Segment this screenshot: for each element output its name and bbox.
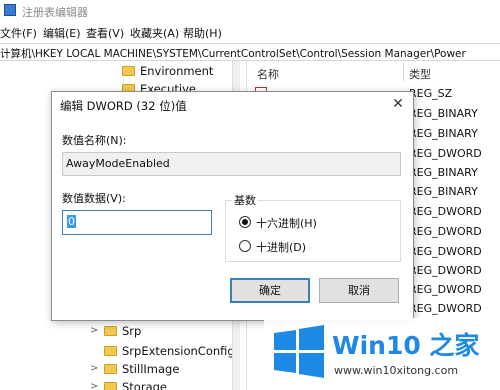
value-type[interactable]: REG_BINARY (409, 185, 478, 198)
chevron-right-icon[interactable]: > (90, 325, 98, 336)
chevron-right-icon[interactable]: > (90, 363, 98, 374)
address-path[interactable]: 计算机\HKEY LOCAL MACHINE\SYSTEM\CurrentCon… (0, 46, 466, 61)
menu-file[interactable]: 文件(F) (0, 25, 37, 41)
watermark-url: www.win10xitong.com (334, 364, 459, 377)
folder-icon (104, 382, 117, 390)
close-icon[interactable]: ✕ (389, 95, 407, 113)
tree-node-label: Storage (122, 380, 167, 390)
folder-icon (104, 346, 117, 356)
tree-node-label: Environment (140, 64, 214, 78)
column-divider[interactable] (403, 63, 404, 81)
value-type[interactable]: REG_BINARY (409, 107, 478, 120)
radio-decimal-label[interactable]: 十进制(D) (256, 239, 306, 255)
menu-edit[interactable]: 编辑(E) (43, 25, 81, 41)
radio-hexadecimal-label[interactable]: 十六进制(H) (256, 215, 317, 231)
chevron-right-icon[interactable]: > (90, 381, 98, 390)
menu-bar: 文件(F) 编辑(E) 查看(V) 收藏夹(A) 帮助(H) (0, 22, 500, 42)
dialog-title: 编辑 DWORD (32 位)值 (60, 99, 187, 113)
column-header-name[interactable]: 名称 (257, 66, 279, 82)
menu-view[interactable]: 查看(V) (86, 25, 124, 41)
registry-editor-icon (4, 4, 16, 16)
value-type[interactable]: REG_DWORD (409, 205, 482, 218)
folder-icon (104, 326, 117, 336)
value-type[interactable]: REG_DWORD (409, 147, 482, 160)
value-data-input[interactable]: 0 (62, 210, 212, 235)
windows-logo-icon (274, 325, 324, 378)
radio-selected-icon[interactable] (239, 216, 251, 228)
folder-icon (104, 364, 117, 374)
value-data-label: 数值数据(V): (62, 192, 126, 205)
value-type[interactable]: REG_BINARY (409, 127, 478, 140)
window-title: 注册表编辑器 (22, 6, 88, 19)
cancel-button[interactable]: 取消 (319, 278, 399, 303)
tree-node-label: Srp (122, 324, 142, 338)
value-type[interactable]: REG_SZ (409, 87, 452, 100)
folder-icon (122, 66, 135, 76)
address-bar[interactable]: 计算机\HKEY LOCAL MACHINE\SYSTEM\CurrentCon… (0, 43, 500, 61)
title-bar: 注册表编辑器 (0, 0, 500, 22)
value-type[interactable]: REG_DWORD (409, 264, 482, 277)
column-header-type[interactable]: 类型 (409, 66, 431, 82)
tree-node-label: SrpExtensionConfig (122, 344, 235, 358)
value-name-field: AwayModeEnabled (62, 152, 401, 176)
value-type[interactable]: REG_DWORD (409, 225, 482, 238)
watermark: Win10 之家 www.win10xitong.com (264, 318, 500, 390)
value-type[interactable]: REG_BINARY (409, 166, 478, 179)
menu-help[interactable]: 帮助(H) (183, 25, 222, 41)
radio-unselected-icon[interactable] (239, 240, 251, 252)
selected-value-text[interactable]: 0 (67, 215, 76, 228)
value-name-label: 数值名称(N): (62, 134, 127, 147)
base-groupbox (225, 200, 401, 262)
tree-node-label: StillImage (122, 362, 180, 376)
base-label: 基数 (232, 192, 258, 208)
watermark-brand: Win10 之家 (332, 331, 480, 360)
value-type[interactable]: REG_DWORD (409, 245, 482, 258)
menu-favorites[interactable]: 收藏夹(A) (130, 25, 179, 41)
value-type[interactable]: REG_DWORD (409, 283, 482, 296)
edit-dword-dialog: 编辑 DWORD (32 位)值 ✕ 数值名称(N): AwayModeEnab… (51, 91, 414, 321)
value-type[interactable]: REG_DWORD (409, 302, 482, 315)
ok-button[interactable]: 确定 (230, 278, 310, 303)
